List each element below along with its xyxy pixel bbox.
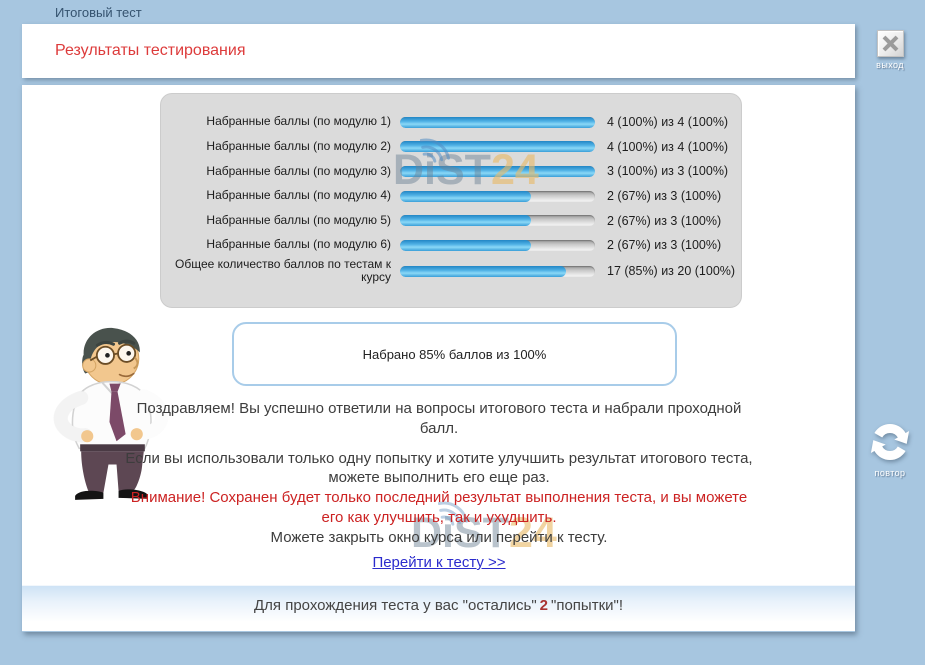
close-x-icon[interactable] (877, 30, 904, 57)
result-row-label: Набранные баллы (по модулю 6) (161, 238, 400, 252)
score-summary-box: Набрано 85% баллов из 100% (232, 322, 677, 386)
result-row-label: Набранные баллы (по модулю 1) (161, 115, 400, 129)
congrats-text: Поздравляем! Вы успешно ответили на вопр… (119, 399, 759, 439)
progress-bar-fill (400, 215, 531, 226)
result-row-value: 2 (67%) из 3 (100%) (595, 238, 721, 252)
result-row-label: Набранные баллы (по модулю 4) (161, 189, 400, 203)
progress-bar-track (400, 240, 595, 251)
result-row-value: 4 (100%) из 4 (100%) (595, 140, 728, 154)
attempts-text: Для прохождения теста у вас "остались"2"… (254, 597, 623, 614)
result-row: Набранные баллы (по модулю 4) 2 (67%) из… (161, 184, 741, 209)
progress-bar-fill (400, 240, 531, 251)
goto-test-link[interactable]: Перейти к тесту >> (372, 554, 505, 571)
result-row-label: Набранные баллы (по модулю 5) (161, 214, 400, 228)
main-area: Набранные баллы (по модулю 1) 4 (100%) и… (22, 85, 855, 585)
progress-bar-fill (400, 166, 595, 177)
attempts-suffix: "попытки"! (551, 597, 623, 614)
refresh-arrows-icon[interactable] (867, 419, 913, 465)
content-window: Набранные баллы (по модулю 1) 4 (100%) и… (22, 85, 855, 632)
result-row-value: 4 (100%) из 4 (100%) (595, 115, 728, 129)
close-info-text: Можете закрыть окно курса или перейти к … (119, 528, 759, 548)
window-title: Итоговый тест (55, 5, 142, 20)
result-row-value: 17 (85%) из 20 (100%) (595, 264, 735, 278)
result-row: Набранные баллы (по модулю 3) 3 (100%) и… (161, 159, 741, 184)
goto-test-link-row: Перейти к тесту >> (119, 554, 759, 572)
header-bar: Результаты тестирования (22, 24, 855, 78)
result-row-value: 3 (100%) из 3 (100%) (595, 164, 728, 178)
attempts-footer: Для прохождения теста у вас "остались"2"… (22, 585, 855, 631)
repeat-button[interactable]: повтор (862, 419, 918, 478)
attempts-count: 2 (537, 597, 551, 614)
score-summary-text: Набрано 85% баллов из 100% (363, 347, 547, 362)
progress-bar-track (400, 141, 595, 152)
result-row: Набранные баллы (по модулю 5) 2 (67%) из… (161, 208, 741, 233)
exit-button[interactable]: выход (872, 30, 908, 70)
result-row-label: Набранные баллы (по модулю 2) (161, 140, 400, 154)
page-title: Результаты тестирования (55, 24, 245, 78)
progress-bar-fill (400, 266, 566, 277)
progress-bar-track (400, 266, 595, 277)
attempts-prefix: Для прохождения теста у вас "остались" (254, 597, 537, 614)
progress-bar-fill (400, 117, 595, 128)
result-row: Набранные баллы (по модулю 2) 4 (100%) и… (161, 135, 741, 160)
progress-bar-track (400, 166, 595, 177)
results-panel: Набранные баллы (по модулю 1) 4 (100%) и… (160, 93, 742, 308)
progress-bar-track (400, 191, 595, 202)
progress-bar-track (400, 117, 595, 128)
warning-text: Внимание! Сохранен будет только последни… (119, 488, 759, 528)
retry-info-text: Если вы использовали только одну попытку… (119, 449, 759, 489)
test-results-screen: Итоговый тест Результаты тестирования На… (0, 0, 925, 665)
result-row-label: Набранные баллы (по модулю 3) (161, 165, 400, 179)
result-row: Набранные баллы (по модулю 1) 4 (100%) и… (161, 110, 741, 135)
exit-button-label: выход (872, 60, 908, 70)
progress-bar-fill (400, 141, 595, 152)
repeat-button-label: повтор (862, 468, 918, 478)
progress-bar-track (400, 215, 595, 226)
result-row: Набранные баллы (по модулю 6) 2 (67%) из… (161, 233, 741, 258)
progress-bar-fill (400, 191, 531, 202)
result-row-value: 2 (67%) из 3 (100%) (595, 214, 721, 228)
result-row-value: 2 (67%) из 3 (100%) (595, 189, 721, 203)
result-row-label: Общее количество баллов по тестам к курс… (161, 258, 400, 286)
result-messages: Поздравляем! Вы успешно ответили на вопр… (119, 399, 759, 548)
result-row: Общее количество баллов по тестам к курс… (161, 258, 741, 286)
